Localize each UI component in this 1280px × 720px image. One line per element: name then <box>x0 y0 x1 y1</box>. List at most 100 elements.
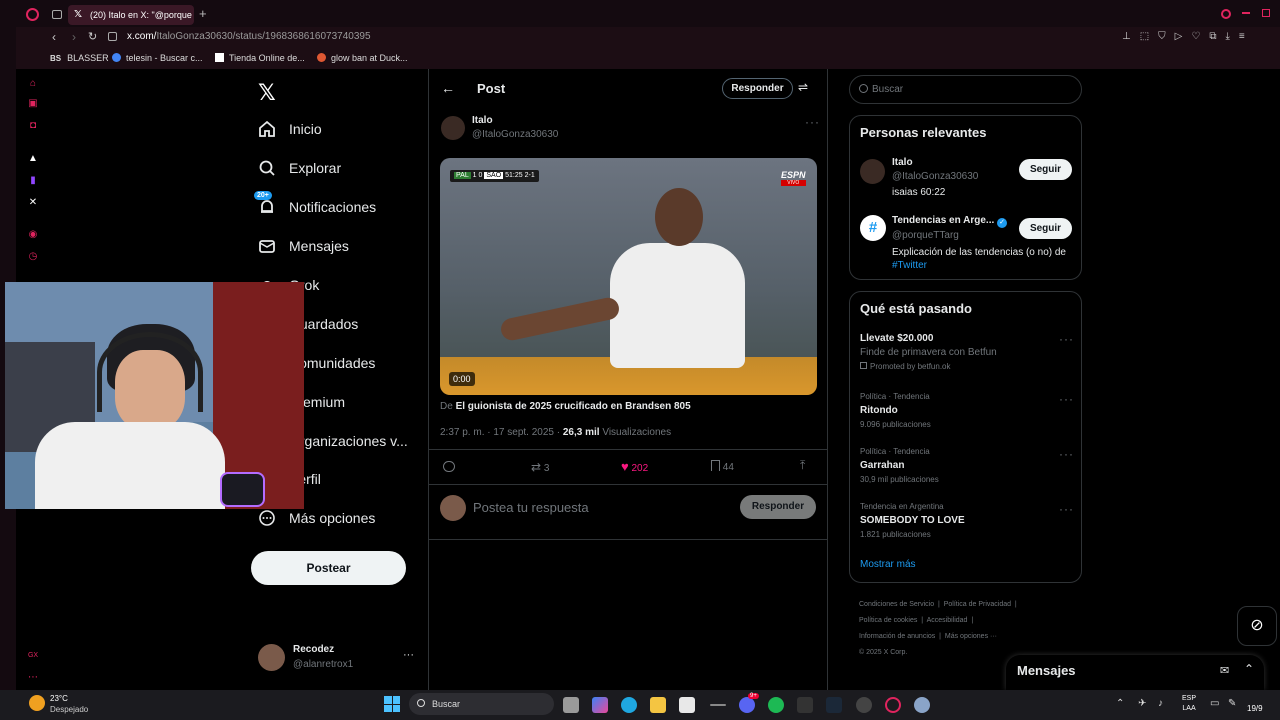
person-name[interactable]: Italo <box>892 157 913 168</box>
messenger-icon[interactable]: ▣ <box>27 98 39 110</box>
new-message-icon[interactable]: ✉ <box>1220 664 1229 677</box>
heart-icon[interactable]: ♡ <box>1191 31 1209 42</box>
obs-icon[interactable] <box>856 697 872 713</box>
pin-icon[interactable]: ⊥ <box>1122 31 1140 42</box>
tray-network-icon[interactable]: ✈ <box>1138 698 1146 709</box>
footer-link[interactable]: Más opciones ··· <box>945 633 997 640</box>
nav-notifications[interactable]: 20+ Notificaciones <box>254 191 376 220</box>
reply-action[interactable] <box>443 459 455 477</box>
reply-input[interactable]: Postea tu respuesta <box>473 500 723 515</box>
repost-action[interactable]: ⇄ 3 <box>531 460 549 474</box>
store-app-icon[interactable] <box>679 697 695 713</box>
trend-item[interactable]: Política · Tendencia Ritondo 9.096 publi… <box>860 392 1060 429</box>
back-icon[interactable]: ‹ <box>52 30 56 44</box>
play-icon[interactable]: ▷ <box>1175 31 1192 42</box>
footer-link[interactable]: Información de anuncios <box>859 633 935 640</box>
discord-icon[interactable] <box>739 697 755 713</box>
minimize-icon[interactable] <box>1242 12 1250 14</box>
post-author-name[interactable]: Italo <box>472 115 493 126</box>
post-author-handle[interactable]: @ItaloGonza30630 <box>472 129 558 140</box>
reply-top-button[interactable]: Responder <box>722 78 793 99</box>
trend-item[interactable]: Política · Tendencia Garrahan 30,9 mil p… <box>860 447 1060 484</box>
trends-account-handle[interactable]: @porqueTTarg <box>892 230 959 241</box>
task-view-icon[interactable] <box>563 697 579 713</box>
share-icon[interactable]: ⤒ <box>800 458 805 473</box>
x-sidebar-icon[interactable]: ✕ <box>27 197 39 209</box>
bookmark-blasser[interactable]: BS BLASSER <box>50 53 109 63</box>
twitch-icon[interactable]: ▮ <box>27 175 39 187</box>
follow-button-2[interactable]: Seguir <box>1019 218 1072 239</box>
new-tab-button[interactable]: + <box>199 6 207 21</box>
tray-display-icon[interactable]: ▭ <box>1210 698 1219 709</box>
snapshot-icon[interactable]: ⬚ <box>1140 31 1158 42</box>
spotify-icon[interactable] <box>768 697 784 713</box>
menu-icon[interactable]: ≡ <box>1239 31 1254 42</box>
account-more-icon[interactable]: ··· <box>403 649 414 661</box>
player-icon[interactable]: ◉ <box>27 229 39 241</box>
grok-float-button[interactable]: ⊘ <box>1237 606 1277 646</box>
search-tabs-icon[interactable] <box>1221 9 1231 19</box>
back-arrow-icon[interactable]: ← <box>441 80 455 96</box>
search-box[interactable]: Buscar <box>849 75 1082 104</box>
reply-button[interactable]: Responder <box>740 495 816 519</box>
bookmark-duck[interactable]: glow ban at Duck... <box>317 53 408 63</box>
trend-item[interactable]: Tendencia en Argentina SOMEBODY TO LOVE … <box>860 502 1060 539</box>
promo-more-icon[interactable]: ··· <box>1059 332 1074 346</box>
trend-more-icon[interactable]: ··· <box>1059 392 1074 406</box>
edge-icon[interactable] <box>621 697 637 713</box>
trends-account-name[interactable]: Tendencias en Arge... ✓ <box>892 215 1008 228</box>
tab-active[interactable]: 𝕏 (20) Italo en X: "@porque <box>68 5 194 25</box>
wallet-icon[interactable]: ⌂ <box>27 78 39 90</box>
tray-chevron-icon[interactable]: ⌃ <box>1116 698 1124 709</box>
forward-icon[interactable]: › <box>72 30 76 44</box>
video-source[interactable]: De El guionista de 2025 crucificado en B… <box>440 401 691 412</box>
opera-gx-icon[interactable] <box>885 697 901 713</box>
bookmark-action[interactable]: 44 <box>711 460 734 473</box>
gx-icon[interactable]: GX <box>27 650 39 662</box>
aria-icon[interactable]: ▲ <box>27 153 39 165</box>
person-avatar[interactable] <box>860 159 885 184</box>
trends-account-avatar[interactable]: # <box>860 215 886 241</box>
promo-trend[interactable]: Llevate $20.000 Finde de primavera con B… <box>860 333 1075 377</box>
instagram-icon[interactable]: ◘ <box>27 120 39 132</box>
start-button[interactable] <box>384 696 400 712</box>
trend-more-icon[interactable]: ··· <box>1059 502 1074 516</box>
settings-gear-icon[interactable] <box>914 697 930 713</box>
footer-link[interactable]: Accesibilidad <box>927 617 968 624</box>
site-info-icon[interactable] <box>108 32 117 41</box>
reload-icon[interactable]: ↻ <box>88 30 97 43</box>
shield-icon[interactable]: ⛉ <box>1158 31 1175 42</box>
extension-icon[interactable]: ⧉ <box>1209 31 1225 42</box>
copilot-icon[interactable] <box>592 697 608 713</box>
post-video[interactable]: PAL 1 0 SAO 51:25 2-1 ESPN VIVO 0:00 <box>440 158 817 395</box>
footer-link[interactable]: Política de cookies <box>859 617 917 624</box>
footer-link[interactable]: Condiciones de Servicio <box>859 601 934 608</box>
person-handle[interactable]: @ItaloGonza30630 <box>892 171 978 182</box>
more-sidebar-icon[interactable]: ⋯ <box>27 672 39 684</box>
account-switcher[interactable]: Recodez @alanretrox1 ··· <box>258 643 418 675</box>
like-action[interactable]: ♥ 202 <box>621 459 648 474</box>
post-author-avatar[interactable] <box>441 116 465 140</box>
weather-widget[interactable]: 23°C Despejado <box>29 692 109 718</box>
minus-app-icon[interactable] <box>710 704 726 706</box>
opera-menu-icon[interactable] <box>26 8 39 21</box>
url-field[interactable]: x.com/ItaloGonza30630/status/19683686160… <box>127 31 371 42</box>
tray-date[interactable]: 19/9 <box>1247 704 1263 713</box>
bookmark-telesin[interactable]: telesin - Buscar c... <box>112 53 203 63</box>
post-more-icon[interactable]: ··· <box>805 115 820 129</box>
language-indicator[interactable]: ESP LAA <box>1182 694 1196 714</box>
show-more-link[interactable]: Mostrar más <box>860 559 916 570</box>
x-logo-icon[interactable]: 𝕏 <box>258 80 276 106</box>
steam-icon[interactable] <box>826 697 842 713</box>
footer-link[interactable]: Política de Privacidad <box>944 601 1011 608</box>
post-button[interactable]: Postear <box>251 551 406 585</box>
sliders-icon[interactable]: ⇌ <box>798 80 808 94</box>
file-explorer-icon[interactable] <box>650 697 666 713</box>
download-icon[interactable]: ⤓ <box>1225 31 1238 42</box>
nav-messages[interactable]: Mensajes <box>258 233 349 259</box>
nav-home[interactable]: Inicio <box>258 116 322 142</box>
tray-pen-icon[interactable]: ✎ <box>1228 698 1236 709</box>
twitter-hashtag-link[interactable]: #Twitter <box>892 260 927 271</box>
taskbar-search[interactable]: Buscar <box>409 693 554 715</box>
clock-icon[interactable]: ◷ <box>27 251 39 263</box>
